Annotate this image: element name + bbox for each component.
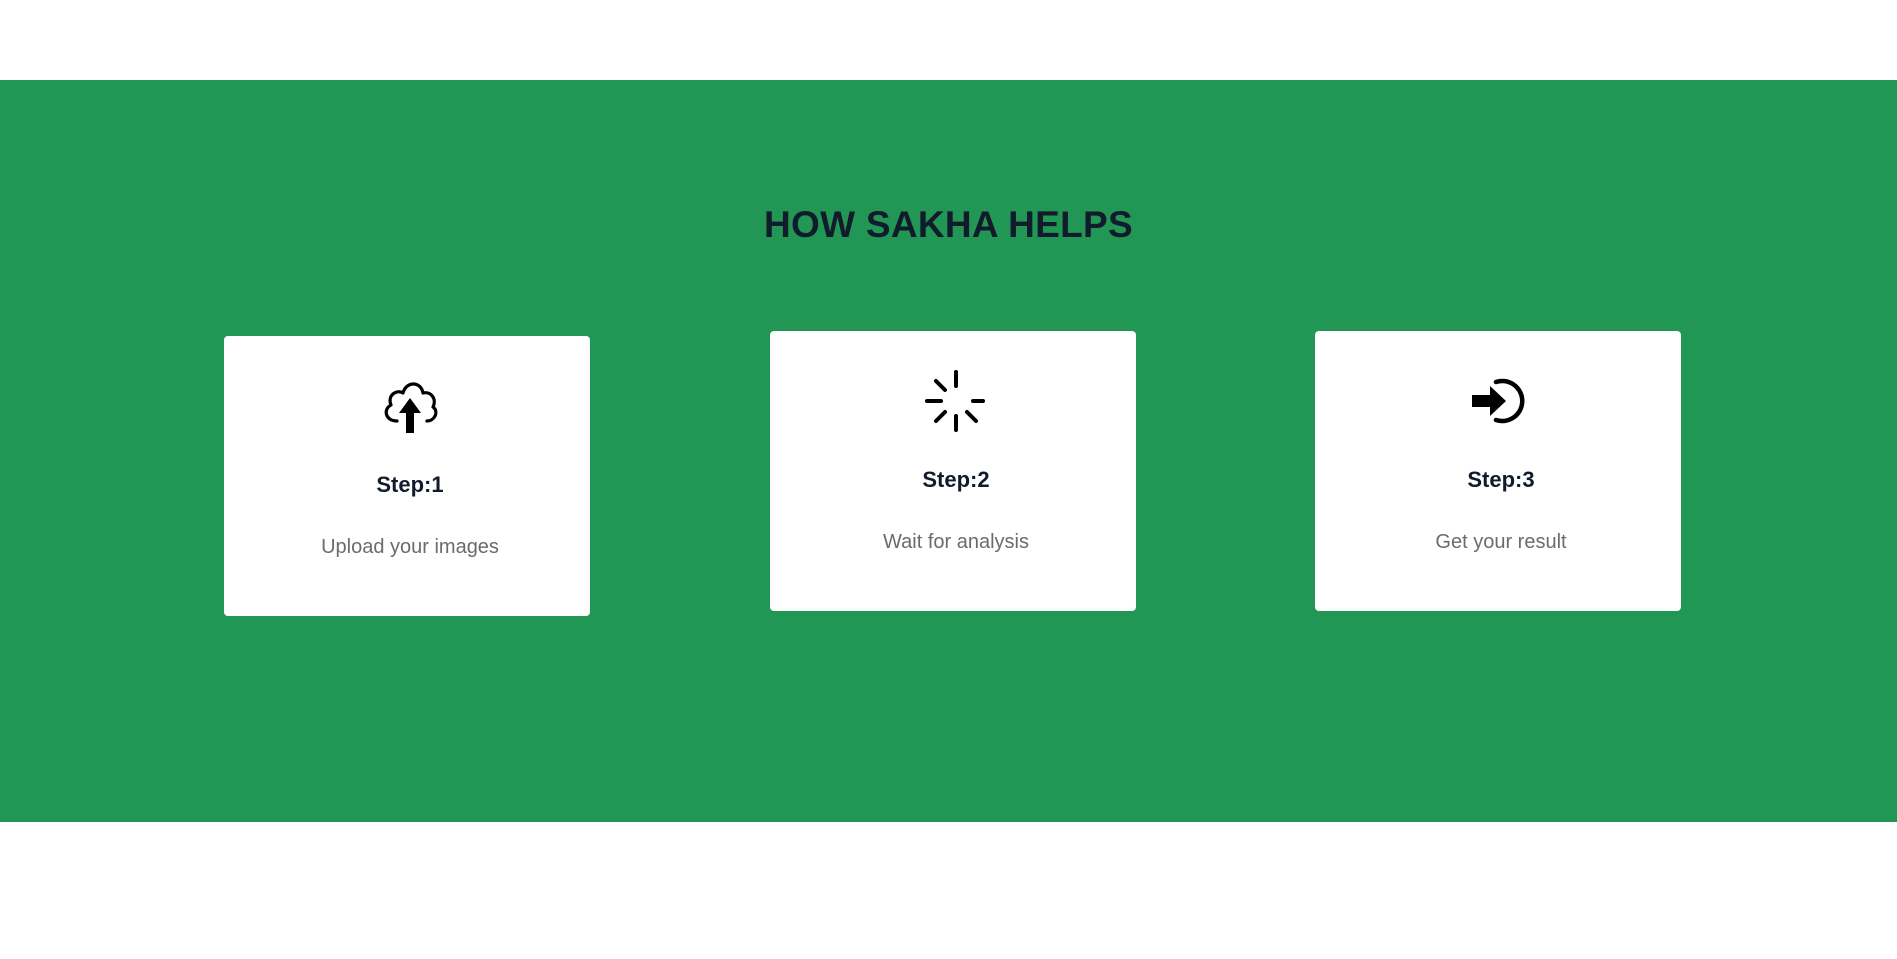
step-description: Get your result bbox=[1435, 531, 1567, 553]
step-card-1: Step:1 Upload your images bbox=[224, 336, 590, 616]
arrow-into-circle-icon bbox=[1318, 366, 1684, 436]
cloud-upload-icon bbox=[227, 371, 593, 441]
step-label: Step:1 bbox=[376, 472, 444, 497]
loading-spinner-icon bbox=[773, 366, 1139, 436]
section-title: HOW SAKHA HELPS bbox=[763, 204, 1134, 245]
step-label: Step:2 bbox=[922, 467, 990, 492]
step-label: Step:3 bbox=[1467, 467, 1535, 492]
step-card-3: Step:3 Get your result bbox=[1315, 331, 1681, 611]
step-card-2: Step:2 Wait for analysis bbox=[770, 331, 1136, 611]
step-description: Wait for analysis bbox=[883, 531, 1029, 553]
step-description: Upload your images bbox=[321, 536, 499, 558]
